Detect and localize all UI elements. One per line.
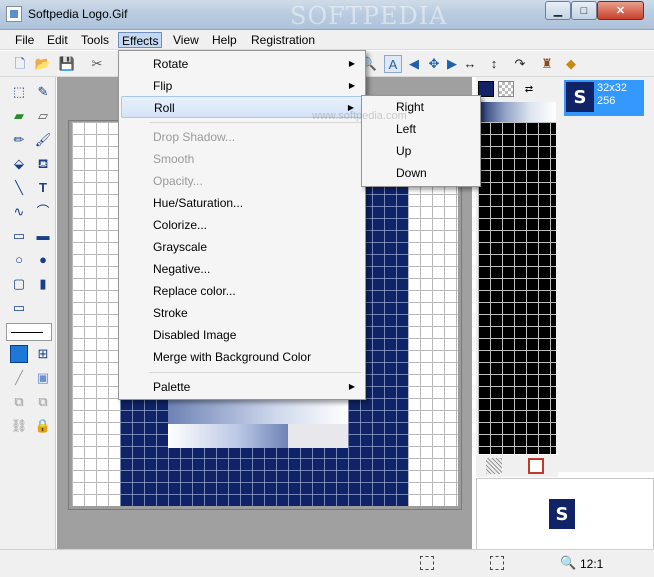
open-folder-icon[interactable]: 📂 (34, 55, 52, 73)
pattern-icon[interactable]: ⊞ (34, 345, 52, 363)
curve-icon[interactable]: ∿ (10, 203, 28, 221)
window-title: Softpedia Logo.Gif (28, 7, 128, 21)
menu-separator (149, 372, 361, 373)
menu-edit[interactable]: Edit (44, 32, 71, 48)
zoom-icon-status: 🔍 (560, 555, 577, 570)
maximize-button[interactable]: □ (571, 1, 597, 20)
effects-menu: Rotate ▶ Flip ▶ Roll ▶ Drop Shadow... Smoot… (118, 50, 366, 400)
logo-stroke (168, 400, 348, 448)
book-icon[interactable]: ◆ (562, 55, 580, 73)
new-file-icon[interactable]: 🗋 (11, 55, 29, 73)
filled-rounded-rect-icon[interactable]: ▮ (34, 275, 52, 293)
menu-item-merge-background[interactable]: Merge with Background Color (121, 346, 363, 368)
antialias-icon[interactable]: ╱ (10, 369, 28, 387)
tool-panel: ⬚ ✎ ▰ ▱ ✏ 🖌 ⬙ ⛾ ╲ T ∿ ⌒ ▭ ▬ ○ ● ▢ ▮ ▭ ⊞ … (0, 77, 56, 567)
layer-icon[interactable]: ⧉ (10, 393, 28, 411)
logo-thumbnail: S (566, 82, 594, 112)
roll-submenu: Right Left Up Down (361, 95, 481, 187)
flip-vertical-icon[interactable]: ↕ (485, 55, 503, 73)
image-size: 32x32 (597, 82, 627, 94)
gradient-icon[interactable]: ▣ (34, 369, 52, 387)
menu-help[interactable]: Help (209, 32, 240, 48)
menu-separator (149, 122, 361, 123)
line-sample (11, 332, 43, 333)
close-button[interactable]: ✕ (597, 1, 644, 20)
minimize-button[interactable]: ▁ (545, 1, 571, 20)
layer-copy-icon[interactable]: ⧉ (34, 393, 52, 411)
logo-preview: S (549, 499, 575, 529)
move-left-icon[interactable]: ◀ (405, 55, 423, 73)
menu-item-hue-saturation[interactable]: Hue/Saturation... (121, 192, 363, 214)
menu-item-drop-shadow: Drop Shadow... (153, 130, 236, 144)
flip-horizontal-icon[interactable]: ↔ (461, 55, 479, 73)
image-colors: 256 (597, 95, 616, 107)
submenu-item-up[interactable]: Up (364, 140, 478, 162)
link-icon[interactable]: ⛓ (10, 417, 28, 435)
color-replace-icon[interactable]: ⬙ (10, 155, 28, 173)
menu-item-replace-color[interactable]: Replace color... (121, 280, 363, 302)
selection-size-icon (420, 556, 434, 570)
eraser-icon[interactable]: ▱ (34, 107, 52, 125)
title-bar: Softpedia Logo.Gif SOFTPEDIA ▁ □ ✕ (0, 0, 654, 30)
menu-effects[interactable]: Effects (118, 32, 163, 48)
cut-icon[interactable]: ✂ (88, 55, 106, 73)
menu-item-negative[interactable]: Negative... (121, 258, 363, 280)
fill-mode-icon[interactable] (10, 345, 28, 363)
menu-file[interactable]: File (12, 32, 37, 48)
effects-icon[interactable]: ♜ (538, 55, 556, 73)
palette-footer (476, 455, 558, 477)
bucket-icon[interactable]: ⛾ (34, 155, 52, 173)
image-entry[interactable]: S 32x32 256 (564, 80, 644, 116)
menu-item-disabled-image[interactable]: Disabled Image (121, 324, 363, 346)
brush-icon[interactable]: 🖌 (34, 131, 52, 149)
line-icon[interactable]: ╲ (10, 179, 28, 197)
menu-item-flip[interactable]: Flip ▶ (121, 75, 363, 97)
move-right-icon[interactable]: ▶ (443, 55, 461, 73)
ellipse-icon[interactable]: ○ (10, 251, 28, 269)
menu-item-stroke[interactable]: Stroke (121, 302, 363, 324)
fill-icon[interactable]: ▰ (10, 107, 28, 125)
arc-icon[interactable]: ⌒ (34, 203, 52, 221)
rotate-icon[interactable]: ↷ (511, 55, 529, 73)
pattern-swatch[interactable] (486, 458, 502, 474)
line-width-selector[interactable] (6, 323, 52, 341)
filled-ellipse-icon[interactable]: ● (34, 251, 52, 269)
target-swatch[interactable] (528, 458, 544, 474)
save-icon[interactable]: 💾 (58, 55, 76, 73)
eyedropper-icon[interactable]: ✎ (34, 83, 52, 101)
lock-icon[interactable]: 🔒 (34, 417, 52, 435)
transparent-swatch[interactable] (498, 81, 514, 97)
menu-item-grayscale[interactable]: Grayscale (121, 236, 363, 258)
watermark: SOFTPEDIA (290, 2, 448, 30)
submenu-item-down[interactable]: Down (364, 162, 478, 184)
menu-item-palette[interactable]: Palette ▶ (121, 376, 363, 398)
menu-tools[interactable]: Tools (78, 32, 112, 48)
menu-item-rotate[interactable]: Rotate ▶ (121, 53, 363, 75)
frame-icon[interactable]: ▭ (10, 299, 28, 317)
text-tool-icon[interactable]: A (384, 55, 402, 73)
move-all-icon[interactable]: ✥ (425, 55, 443, 73)
color-ramp[interactable] (478, 102, 556, 124)
preview-panel: S (476, 478, 654, 550)
pencil-icon[interactable]: ✏ (10, 131, 28, 149)
image-list-panel: S 32x32 256 (558, 77, 654, 472)
rectangle-icon[interactable]: ▭ (10, 227, 28, 245)
text-icon[interactable]: T (34, 179, 52, 197)
watermark-url: www.softpedia.com (312, 110, 407, 122)
cursor-pos-icon (490, 556, 504, 570)
menu-registration[interactable]: Registration (248, 32, 318, 48)
menu-item-smooth: Smooth (153, 152, 195, 166)
swatch-grid[interactable] (478, 122, 556, 454)
filled-rectangle-icon[interactable]: ▬ (34, 227, 52, 245)
app-icon (6, 6, 22, 22)
menu-bar: File Edit Tools Effects View Help Regist… (0, 30, 654, 50)
menu-view[interactable]: View (170, 32, 202, 48)
rect-select-icon[interactable]: ⬚ (10, 83, 28, 101)
status-bar: 🔍 12:1 (0, 549, 654, 577)
zoom-level: 12:1 (580, 557, 604, 571)
swap-colors-icon[interactable]: ⇄ (520, 81, 538, 99)
menu-item-colorize[interactable]: Colorize... (121, 214, 363, 236)
menu-item-opacity: Opacity... (153, 174, 203, 188)
rounded-rect-icon[interactable]: ▢ (10, 275, 28, 293)
